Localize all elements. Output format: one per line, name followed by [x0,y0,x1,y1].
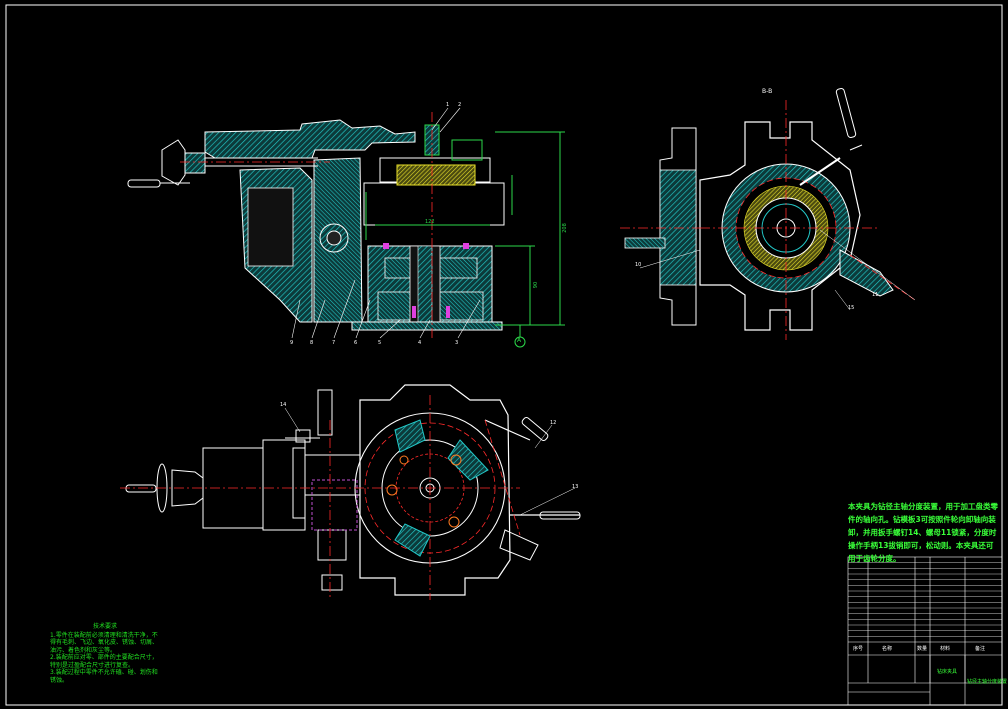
drawing-name: 钻径主轴分度装置 [967,679,1008,685]
callout-number: 15 [848,305,855,311]
callout-number: 8 [310,340,314,346]
header-label: 数量 [917,646,928,652]
header-label: 备注 [975,646,986,652]
callout-number: 14 [280,402,287,408]
parts-list-rows [848,562,1002,637]
tech-requirement-line: 1.零件在装配前必须清理和清洗干净，不得有毛刺、飞边、氧化皮、锈蚀、切屑、油污、… [50,631,159,654]
section-label: B-B [762,88,773,95]
callout-number: 9 [290,340,294,346]
tech-requirements-title: 技术要求 [92,623,117,630]
callout-number: 6 [354,340,358,346]
callout-number: 4 [418,340,422,346]
tech-requirement-line: 2.装配前应对零、部件的主要配合尺寸，特别是过盈配合尺寸进行复查。 [50,654,158,669]
drawing-frame [5,4,1003,706]
header-label: 序号 [853,646,864,652]
technical-requirements: 技术要求 1.零件在装配前必须清理和清洗干净，不得有毛刺、飞边、氧化皮、锈蚀、切… [50,623,160,684]
fixture-name: 钻床夹具 [937,669,958,675]
callout-number: 11 [872,292,879,298]
callout-number: 7 [332,340,336,346]
dimension-value: 122 [425,219,435,225]
header-label: 名称 [882,646,893,652]
cad-drawing [5,4,1003,706]
dimension-value: 90 [533,281,540,289]
callout-number: 1 [446,102,450,108]
header-label: 材料 [940,646,951,652]
tech-requirement-line: 3.装配过程中零件不允许磕、碰、划伤和锈蚀。 [50,669,158,684]
fixture-description: 本夹具为钻径主轴分度装置，用于加工盘类零件的轴向孔。钻模板3可按照件轮向卸轴向装… [848,502,998,563]
callout-number: 13 [572,484,579,490]
callout-number: 12 [550,420,557,426]
dimension-value: 208 [561,223,568,233]
callout-number: 2 [458,102,462,108]
callout-number: 3 [455,340,459,346]
callout-number: 5 [378,340,382,346]
front-section-view [127,107,565,348]
plan-view [120,384,581,600]
side-view [620,87,916,340]
workpiece-yellow [396,164,476,186]
callout-number: 10 [635,262,642,268]
datum-label: A [517,337,522,344]
